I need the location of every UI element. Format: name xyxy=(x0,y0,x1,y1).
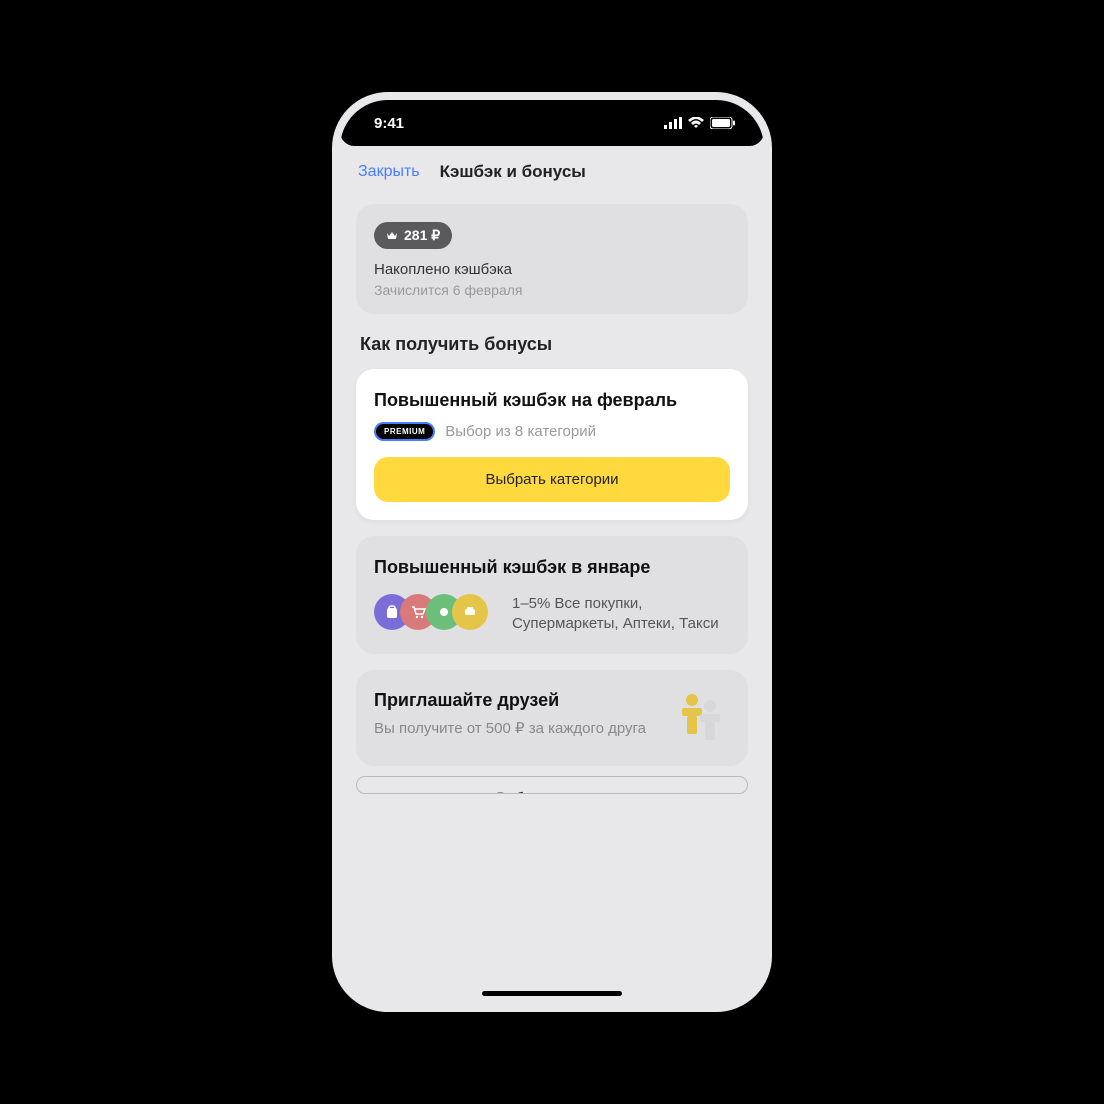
close-button[interactable]: Закрыть xyxy=(358,163,420,181)
balance-label: Накоплено кэшбэка xyxy=(374,261,730,278)
promo-card[interactable]: Повышенный кэшбэк на февраль PREMIUM Выб… xyxy=(356,369,748,520)
january-row: 1–5% Все покупки, Супермаркеты, Аптеки, … xyxy=(374,594,730,635)
battery-icon xyxy=(710,117,736,129)
balance-card[interactable]: 281 ₽ Накоплено кэшбэка Зачислится 6 фев… xyxy=(356,204,748,314)
invite-title: Приглашайте друзей xyxy=(374,690,654,711)
promo-subtitle: Выбор из 8 категорий xyxy=(445,423,596,440)
navbar: Закрыть Кэшбэк и бонусы xyxy=(340,146,764,194)
home-indicator[interactable] xyxy=(482,991,622,996)
section-title: Как получить бонусы xyxy=(360,334,744,355)
notch xyxy=(452,100,652,132)
balance-sub: Зачислится 6 февраля xyxy=(374,282,730,298)
content[interactable]: 281 ₽ Накоплено кэшбэка Зачислится 6 фев… xyxy=(340,194,764,1004)
premium-row: PREMIUM Выбор из 8 категорий xyxy=(374,422,730,441)
taxi-icon xyxy=(452,594,488,630)
choose-categories-button[interactable]: Выбрать категории xyxy=(374,457,730,502)
status-icons xyxy=(664,117,736,129)
invite-card[interactable]: Приглашайте друзей Вы получите от 500 ₽ … xyxy=(356,670,748,766)
cellular-icon xyxy=(664,117,682,129)
january-desc: 1–5% Все покупки, Супермаркеты, Аптеки, … xyxy=(512,594,730,635)
january-card[interactable]: Повышенный кэшбэк в январе xyxy=(356,536,748,654)
status-time: 9:41 xyxy=(374,115,404,132)
balance-pill: 281 ₽ xyxy=(374,222,452,249)
balance-amount: 281 ₽ xyxy=(404,227,440,244)
premium-badge: PREMIUM xyxy=(374,422,435,441)
screen: Закрыть Кэшбэк и бонусы 281 ₽ Накоплено … xyxy=(340,146,764,1004)
wifi-icon xyxy=(688,117,704,129)
invite-desc: Вы получите от 500 ₽ за каждого друга xyxy=(374,719,654,739)
choose-product-button[interactable]: Выбрать продукт xyxy=(356,776,748,794)
promo-title: Повышенный кэшбэк на февраль xyxy=(374,389,730,412)
page-title: Кэшбэк и бонусы xyxy=(440,162,586,182)
category-icons xyxy=(374,594,488,630)
january-title: Повышенный кэшбэк в январе xyxy=(374,556,730,579)
crown-icon xyxy=(386,231,398,241)
phone-frame: 9:41 Закрыть Кэшбэк и бонусы 281 ₽ Накоп… xyxy=(332,92,772,1012)
friends-icon xyxy=(666,690,730,746)
